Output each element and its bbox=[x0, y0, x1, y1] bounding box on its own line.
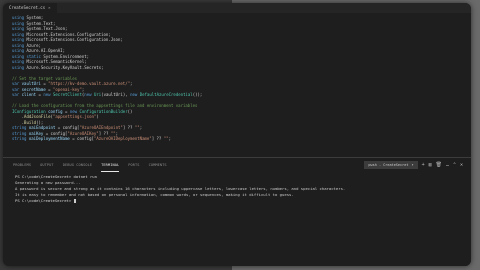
terminal-select-label: pwsh - CreateSecret bbox=[368, 163, 409, 167]
code-token: client bbox=[21, 92, 37, 97]
chevron-up-icon[interactable]: ⌃ bbox=[453, 162, 456, 168]
code-token: // Set the target variables bbox=[12, 75, 78, 81]
code-token: Microsoft.Extensions.Configuration.Json; bbox=[26, 37, 123, 42]
terminal-cursor bbox=[73, 199, 76, 203]
tab-debug-console[interactable]: DEBUG CONSOLE bbox=[63, 158, 92, 172]
code-token: . bbox=[12, 114, 25, 119]
code-token: new bbox=[130, 92, 140, 97]
code-token: "AzureOAIKey" bbox=[67, 130, 99, 136]
code-token: Build bbox=[24, 119, 37, 125]
code-token: ; bbox=[168, 136, 171, 141]
code-token: ] ?? bbox=[122, 125, 135, 130]
editor-tab[interactable]: CreateSecret.cs ✕ bbox=[3, 3, 57, 13]
code-line[interactable]: string oaiDeploymentName = config["Azure… bbox=[3, 136, 471, 142]
editor-tab-label: CreateSecret.cs bbox=[9, 5, 46, 10]
code-token: = config[ bbox=[69, 136, 94, 141]
code-token: using bbox=[12, 37, 27, 42]
plus-icon[interactable]: + bbox=[422, 162, 425, 168]
code-token: string bbox=[12, 125, 29, 130]
code-token: System.Text; bbox=[26, 20, 56, 26]
code-token: . bbox=[12, 119, 25, 125]
code-token: using bbox=[12, 42, 27, 48]
code-token: (); bbox=[36, 119, 44, 125]
code-token: var bbox=[12, 81, 22, 86]
code-token: ; bbox=[81, 86, 85, 92]
code-token: Microsoft.Extensions.Configuration; bbox=[26, 31, 111, 37]
code-token: "https://kv-demo.vault.azure.net/" bbox=[48, 81, 131, 86]
code-token: secretName bbox=[21, 86, 46, 92]
code-token: System.Environment; bbox=[43, 53, 90, 59]
code-token: using bbox=[12, 59, 27, 64]
code-token: "openai-key" bbox=[52, 86, 82, 92]
code-token: IConfiguration bbox=[12, 108, 49, 114]
editor-tabbar: CreateSecret.cs ✕ bbox=[3, 3, 471, 13]
code-token: var bbox=[12, 86, 22, 92]
code-token: ; bbox=[115, 130, 119, 136]
code-editor-window: CreateSecret.cs ✕ using System; using Sys… bbox=[3, 3, 471, 266]
code-token: "appsettings.json" bbox=[52, 114, 97, 119]
code-token: using bbox=[12, 31, 27, 37]
code-token: new bbox=[84, 92, 94, 97]
panel-actions: pwsh - CreateSecret ▾ + ▥ 🗑 … ⌃ ✕ bbox=[364, 161, 463, 169]
code-token: SecretClient bbox=[52, 92, 82, 97]
code-token: ; bbox=[130, 81, 133, 86]
code-token: string bbox=[12, 130, 29, 136]
ellipsis-icon[interactable]: … bbox=[446, 162, 449, 168]
tab-terminal[interactable]: TERMINAL bbox=[101, 158, 120, 172]
code-token: using static bbox=[12, 53, 44, 59]
tab-problems[interactable]: PROBLEMS bbox=[13, 158, 31, 172]
code-token: string bbox=[12, 136, 29, 141]
code-token: using bbox=[12, 64, 27, 70]
code-token: using bbox=[12, 48, 27, 53]
tab-ports[interactable]: PORTS bbox=[128, 158, 139, 172]
code-token: () bbox=[127, 108, 133, 114]
code-token: Azure; bbox=[26, 42, 41, 48]
editor-area: CreateSecret.cs ✕ using System; using Sys… bbox=[3, 3, 471, 157]
close-icon[interactable]: ✕ bbox=[460, 162, 463, 168]
code-token: oaiDeploymentName bbox=[28, 136, 70, 141]
code-token: Microsoft.SemanticKernel; bbox=[26, 59, 87, 64]
terminal-output[interactable]: PS C:\code\CreateSecret> dotnet run Gener… bbox=[3, 172, 471, 206]
trash-icon[interactable]: 🗑 bbox=[436, 162, 442, 168]
code-token: // Load the configuration from the appse… bbox=[12, 103, 198, 108]
code-token: oaiKey bbox=[28, 130, 44, 136]
code-token: Azure.Security.KeyVault.Secrets; bbox=[26, 64, 104, 70]
code-token: using bbox=[12, 15, 27, 20]
split-icon[interactable]: ▥ bbox=[429, 162, 432, 168]
code-token: (vaultUri), bbox=[101, 92, 131, 97]
code-token: ConfigurationBuilder bbox=[79, 108, 128, 114]
terminal-select[interactable]: pwsh - CreateSecret ▾ bbox=[364, 161, 418, 169]
code-token: System.Text.Json; bbox=[26, 26, 68, 31]
code-token: using bbox=[12, 20, 27, 26]
tab-comments[interactable]: COMMENTS bbox=[149, 158, 167, 172]
code-token: = config[ bbox=[55, 125, 80, 130]
code-token: ] ?? bbox=[151, 136, 164, 141]
code-token: "AzureOAIEndpoint" bbox=[79, 125, 123, 130]
code-token: oaiEndpoint bbox=[28, 125, 56, 130]
chevron-down-icon: ▾ bbox=[411, 163, 414, 167]
bottom-panel: PROBLEMS OUTPUT DEBUG CONSOLE TERMINAL PORTS… bbox=[3, 157, 471, 266]
terminal-line: PS C:\code\CreateSecret> bbox=[15, 198, 76, 203]
code-token: "AzureOAIDeploymentName" bbox=[93, 136, 152, 141]
code-token: ; bbox=[139, 125, 143, 130]
code-token: DefaultAzureCredential bbox=[139, 92, 193, 97]
code-token: = config[ bbox=[43, 130, 68, 136]
code-token: vaultUri bbox=[21, 81, 41, 86]
code-lines: using System; using System.Text; using Sys… bbox=[3, 15, 471, 142]
close-icon[interactable]: ✕ bbox=[48, 3, 50, 13]
code-token: config bbox=[48, 108, 63, 114]
tab-output[interactable]: OUTPUT bbox=[40, 158, 54, 172]
code-token: ()); bbox=[192, 92, 203, 97]
code-token: System; bbox=[26, 15, 44, 20]
code-token: var bbox=[12, 92, 22, 97]
code-token: = bbox=[62, 108, 70, 114]
code-token: ] ?? bbox=[98, 130, 111, 136]
code-token: AddJsonFile bbox=[24, 114, 51, 119]
code-token: using bbox=[12, 26, 27, 31]
code-token: new bbox=[43, 92, 53, 97]
code-token: = bbox=[45, 86, 53, 92]
code-token: new bbox=[69, 108, 80, 114]
code-token: ) bbox=[96, 114, 99, 119]
code-token: Azure.AI.OpenAI; bbox=[26, 48, 65, 53]
